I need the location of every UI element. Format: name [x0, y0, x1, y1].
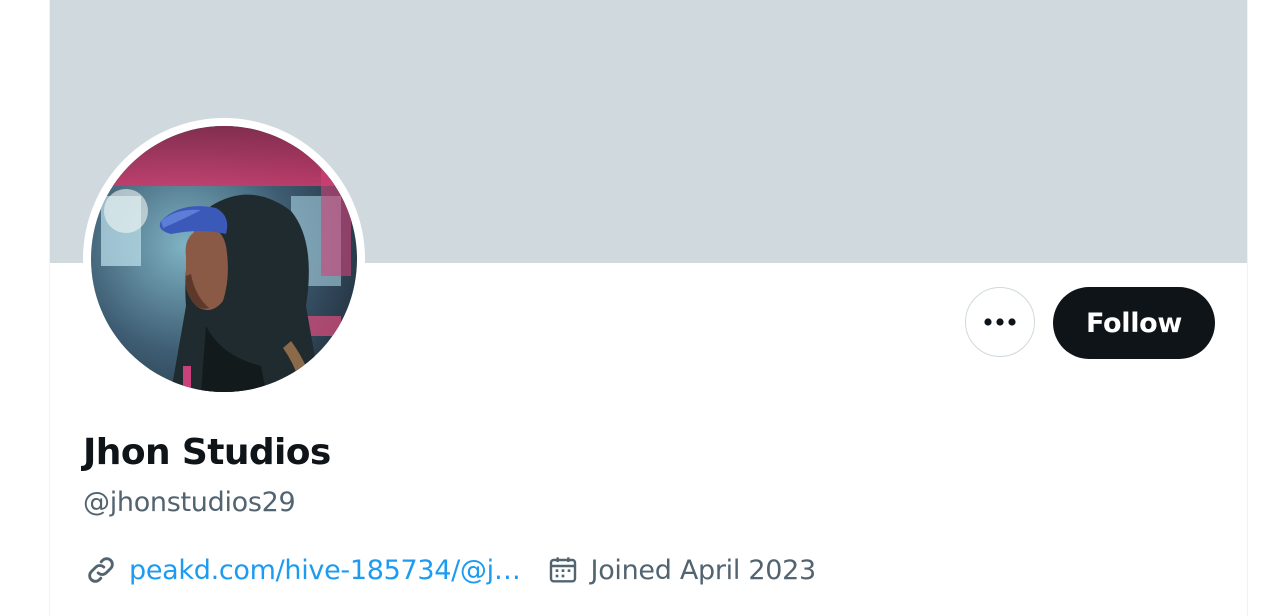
more-options-button[interactable] [965, 287, 1035, 357]
profile-avatar[interactable] [83, 118, 365, 400]
profile-page: Follow Jhon Studios @jhonstudios29 peakd… [0, 0, 1276, 616]
calendar-icon [545, 552, 581, 588]
link-icon [83, 552, 119, 588]
profile-website-link[interactable]: peakd.com/hive-185734/@j… [129, 555, 521, 586]
profile-handle: @jhonstudios29 [83, 487, 296, 518]
profile-column: Follow Jhon Studios @jhonstudios29 peakd… [49, 0, 1248, 616]
profile-meta: peakd.com/hive-185734/@j… Joined April 2… [83, 550, 816, 590]
profile-joined: Joined April 2023 [545, 552, 816, 588]
profile-joined-text: Joined April 2023 [590, 554, 817, 586]
follow-button[interactable]: Follow [1053, 287, 1215, 359]
more-horizontal-icon [984, 318, 1016, 326]
avatar-photo [91, 126, 357, 392]
profile-website: peakd.com/hive-185734/@j… [83, 552, 521, 588]
profile-display-name: Jhon Studios [83, 432, 331, 473]
